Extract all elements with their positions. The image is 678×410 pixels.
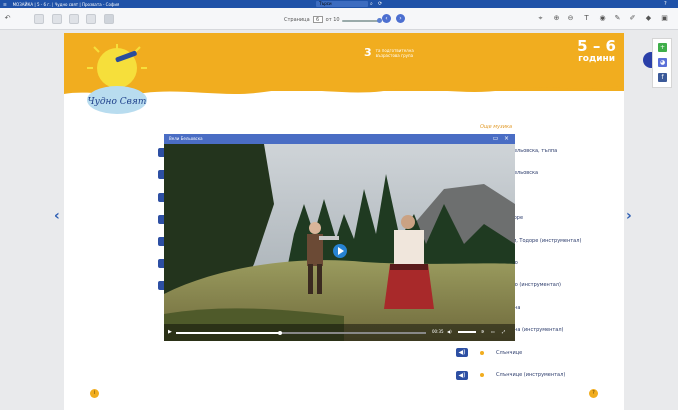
song-row[interactable]: ◀) Слънчице (инструментал) [456, 369, 565, 381]
song-label: Слънчице [496, 349, 523, 356]
song-label: Слънчице (инструментал) [496, 372, 566, 378]
play-icon[interactable] [333, 244, 347, 258]
fit-icon[interactable]: ⌖ [536, 14, 545, 23]
group-number: 3 [364, 46, 372, 59]
progress-knob[interactable] [278, 331, 282, 335]
pip-icon[interactable]: ▭ [491, 329, 495, 334]
group-tag: 3 та подготвителна възрастова група [364, 46, 414, 59]
text-icon[interactable]: T [582, 14, 591, 23]
book-logo: Чудно Свят [87, 44, 147, 114]
minimize-icon[interactable]: ▭ [492, 136, 499, 142]
pen-icon[interactable]: ✎ [613, 14, 622, 23]
zoom-out-icon[interactable]: ⊖ [566, 14, 575, 23]
video-title: Вели Бельовска [169, 136, 203, 141]
bullet-dot [480, 350, 484, 355]
page-info-icon[interactable]: i [90, 389, 99, 398]
bullet-dot [480, 373, 484, 377]
group-line2: възрастова група [375, 53, 414, 58]
page-control: Страница 6 от 10 [284, 16, 340, 23]
prev-page-icon[interactable]: ‹ [382, 14, 391, 23]
progress-fill [176, 332, 280, 334]
single-page-button[interactable] [34, 14, 44, 24]
marker-icon[interactable]: ✐ [628, 14, 637, 23]
fullscreen-button[interactable] [104, 14, 114, 24]
video-title-bar: Вели Бельовска ▭ × [164, 134, 515, 144]
page-total: от 10 [325, 16, 340, 23]
fullscreen-icon[interactable]: ⤢ [502, 329, 505, 334]
close-icon[interactable]: × [503, 136, 510, 142]
video-player: Вели Бельовска ▭ × ▶ 00:35 ◀) ✲ ▭ ⤢ [164, 134, 515, 341]
prev-spread-icon[interactable]: ‹ [54, 208, 60, 224]
eraser-icon[interactable]: ◆ [644, 14, 653, 23]
delete-icon[interactable]: ▣ [660, 14, 669, 23]
search-icon[interactable]: ⌕ [370, 1, 373, 7]
speaker-icon[interactable]: ◀) [456, 370, 468, 380]
settings-icon[interactable]: ✲ [481, 329, 484, 334]
refresh-icon[interactable]: ⟳ [378, 1, 382, 7]
video-scene [164, 144, 515, 341]
window-title: МОЗАЙКА | 5 - 6 г. | Чудно свят | Прозва… [12, 1, 120, 7]
video-controls: ▶ 00:35 ◀) ✲ ▭ ⤢ [164, 324, 515, 341]
volume-icon[interactable]: ◀) [447, 329, 452, 334]
discord-icon[interactable]: ◕ [658, 58, 667, 67]
song-row[interactable]: ◀) Слънчице [456, 347, 522, 359]
print-button[interactable] [86, 14, 96, 24]
next-page-icon[interactable]: › [396, 14, 405, 23]
search-input[interactable]: Търси [316, 1, 368, 7]
page-input[interactable]: 6 [312, 16, 323, 23]
double-page-button[interactable] [52, 14, 62, 24]
video-frame[interactable] [164, 144, 515, 341]
toolbar: ↶ Страница 6 от 10 ‹ › ⌖ ⊕ ⊖ T ◉ ✎ ✐ ◆ ▣ [0, 8, 678, 30]
play-pause-icon[interactable]: ▶ [168, 329, 172, 335]
video-time: 00:35 [432, 329, 444, 334]
help-icon[interactable]: ? [664, 1, 667, 7]
facebook-icon[interactable]: f [658, 73, 667, 82]
add-icon[interactable]: + [658, 43, 667, 52]
volume-slider[interactable] [458, 331, 476, 333]
logo-text: Чудно Свят [88, 97, 147, 107]
eye-icon[interactable]: ◉ [598, 14, 607, 23]
thumbnails-button[interactable] [69, 14, 79, 24]
zoom-in-icon[interactable]: ⊕ [552, 14, 561, 23]
speaker-icon[interactable]: ◀) [456, 348, 468, 358]
page-label: Страница [284, 16, 310, 23]
share-panel: + ◕ f [652, 38, 672, 88]
page-slider[interactable] [342, 18, 382, 23]
age-unit: години [578, 54, 616, 64]
video-progress[interactable] [176, 331, 426, 335]
back-icon[interactable]: ↶ [3, 14, 12, 23]
hamburger-icon[interactable]: ☰ [3, 2, 7, 7]
songs-section-title: Още музика [480, 124, 513, 130]
next-spread-icon[interactable]: › [626, 208, 632, 224]
age-badge: 5 – 6 години [577, 39, 616, 66]
page-help-icon[interactable]: ? [589, 389, 598, 398]
